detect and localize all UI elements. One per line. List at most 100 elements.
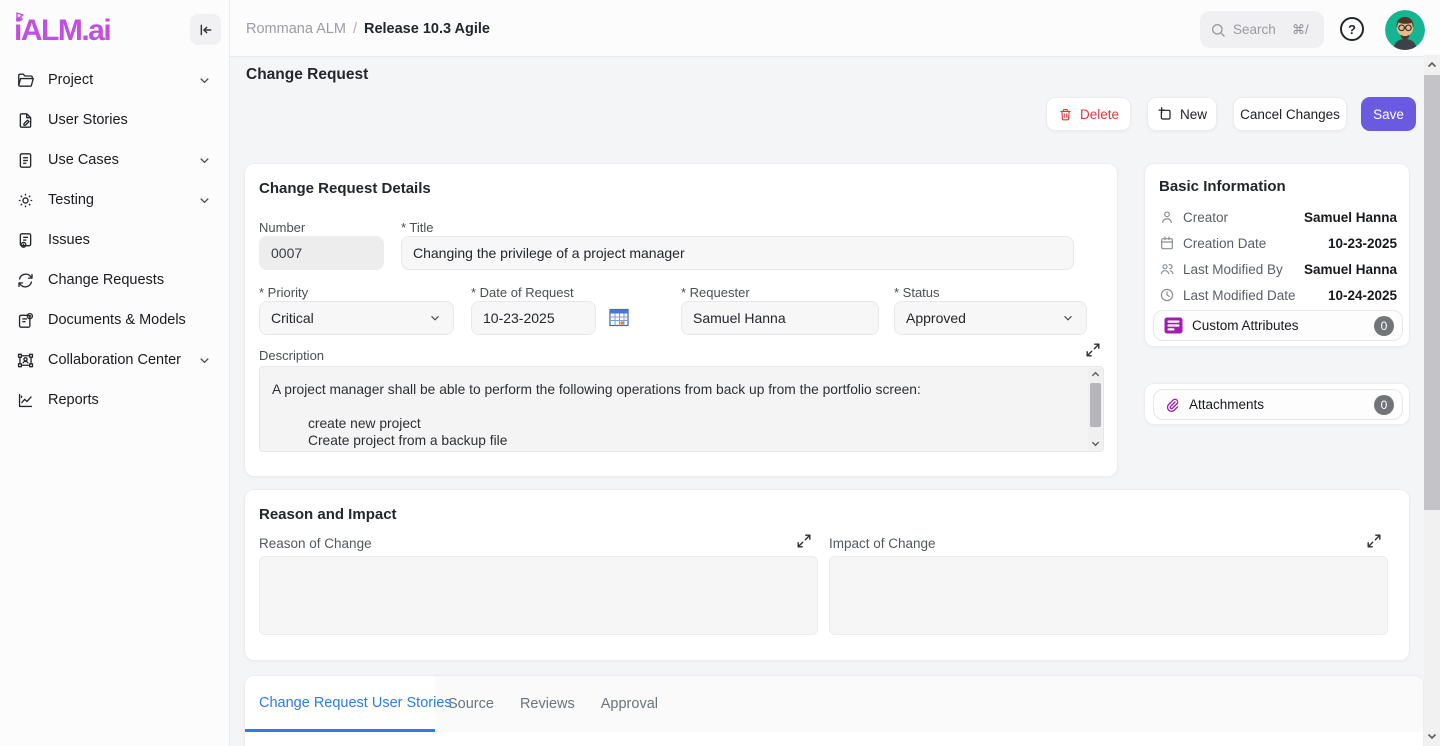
attachments-button[interactable]: Attachments 0: [1153, 389, 1403, 420]
sidebar-item-documents-models[interactable]: Documents & Models: [0, 300, 230, 340]
status-select[interactable]: Approved: [894, 301, 1087, 335]
date-of-request-label: * Date of Request: [471, 285, 574, 300]
reason-impact-heading: Reason and Impact: [259, 506, 397, 523]
cancel-changes-button[interactable]: Cancel Changes: [1233, 97, 1347, 131]
status-value: Approved: [906, 310, 966, 326]
save-button[interactable]: Save: [1361, 97, 1416, 131]
sidebar-item-issues[interactable]: Issues: [0, 220, 230, 260]
trash-icon: [1058, 107, 1073, 122]
sidebar-item-label: Use Cases: [48, 152, 197, 168]
sidebar-collapse-button[interactable]: [190, 14, 221, 45]
document-models-icon: [16, 311, 35, 330]
cursor-arrow-icon: [15, 11, 28, 24]
sidebar-item-label: Project: [48, 72, 197, 88]
tabs-card: Change Request User Stories Source Revie…: [244, 675, 1424, 746]
status-label: * Status: [894, 285, 940, 300]
collaboration-icon: [16, 351, 35, 370]
last-modified-date-value: 10-24-2025: [1328, 288, 1397, 303]
tab-approval[interactable]: Approval: [588, 676, 671, 732]
description-scrollbar[interactable]: [1088, 368, 1102, 450]
creation-date-label: Creation Date: [1183, 236, 1328, 251]
app-logo[interactable]: iALM.ai: [14, 10, 110, 52]
breadcrumb-separator: /: [353, 21, 357, 37]
sidebar-item-use-cases[interactable]: Use Cases: [0, 140, 230, 180]
clock-icon: [1159, 287, 1175, 303]
search-shortcut: ⌘/: [1292, 22, 1309, 38]
help-glyph: ?: [1348, 22, 1356, 37]
description-field[interactable]: A project manager shall be able to perfo…: [259, 366, 1104, 452]
search-icon: [1210, 22, 1226, 38]
tabstrip: Change Request User Stories Source Revie…: [245, 676, 1424, 732]
global-search[interactable]: ⌘/: [1200, 11, 1324, 48]
reason-and-impact-card: Reason and Impact Reason of Change Impac…: [244, 489, 1410, 661]
scroll-down-icon[interactable]: [1424, 728, 1440, 744]
tab-label: Approval: [601, 696, 658, 712]
report-chart-icon: [16, 391, 35, 410]
title-label: * Title: [401, 220, 434, 235]
sidebar-item-label: Issues: [48, 232, 212, 248]
custom-attributes-label: Custom Attributes: [1192, 318, 1365, 333]
delete-button[interactable]: Delete: [1046, 97, 1131, 131]
page-scrollbar[interactable]: [1424, 55, 1440, 746]
change-request-details-card: Change Request Details Number * Title * …: [244, 163, 1118, 477]
date-picker-calendar-icon[interactable]: [609, 307, 629, 327]
paperclip-icon: [1164, 396, 1180, 414]
page-scroll-thumb[interactable]: [1424, 75, 1440, 510]
requester-field[interactable]: [681, 301, 879, 335]
cancel-changes-label: Cancel Changes: [1240, 107, 1340, 122]
app-logo-text: iALM.ai: [14, 14, 110, 47]
tab-reviews[interactable]: Reviews: [507, 676, 588, 732]
scroll-down-icon[interactable]: [1088, 437, 1102, 450]
breadcrumb-parent[interactable]: Rommana ALM: [246, 21, 346, 37]
description-scroll-thumb[interactable]: [1090, 383, 1101, 427]
delete-label: Delete: [1080, 107, 1119, 122]
expand-impact-icon[interactable]: [1366, 533, 1382, 549]
reason-of-change-field[interactable]: [259, 556, 818, 635]
breadcrumb: Rommana ALM / Release 10.3 Agile: [246, 0, 490, 57]
sync-icon: [16, 271, 35, 290]
sidebar-nav: Project User Stories Use Cases Testing I…: [0, 60, 230, 420]
tab-content-area: [245, 732, 1424, 746]
requester-label: * Requester: [681, 285, 750, 300]
new-button[interactable]: New: [1147, 97, 1217, 131]
file-lines-icon: [16, 151, 35, 170]
expand-description-icon[interactable]: [1085, 342, 1101, 358]
expand-reason-icon[interactable]: [796, 533, 812, 549]
title-field[interactable]: [401, 236, 1074, 270]
description-line: Create project from a backup file: [272, 432, 1077, 449]
scroll-up-icon[interactable]: [1424, 57, 1440, 73]
priority-select[interactable]: Critical: [259, 301, 454, 335]
search-input[interactable]: [1233, 22, 1285, 37]
priority-value: Critical: [271, 310, 314, 326]
sidebar-item-reports[interactable]: Reports: [0, 380, 230, 420]
custom-attributes-button[interactable]: Custom Attributes 0: [1153, 310, 1403, 341]
description-line: A project manager shall be able to perfo…: [272, 381, 1077, 398]
tab-source[interactable]: Source: [435, 676, 507, 732]
sidebar-item-project[interactable]: Project: [0, 60, 230, 100]
custom-attributes-icon: [1164, 317, 1183, 334]
priority-label: * Priority: [259, 285, 308, 300]
page-title: Change Request: [246, 66, 368, 84]
last-modified-date-row: Last Modified Date 10-24-2025: [1159, 282, 1397, 308]
help-button[interactable]: ?: [1340, 17, 1364, 41]
users-icon: [1159, 261, 1175, 277]
chevron-down-icon: [1061, 311, 1075, 325]
tab-change-request-user-stories[interactable]: Change Request User Stories: [245, 676, 435, 732]
sidebar-item-change-requests[interactable]: Change Requests: [0, 260, 230, 300]
basic-information-card: Basic Information Creator Samuel Hanna C…: [1144, 163, 1410, 347]
number-field[interactable]: [259, 236, 384, 270]
sidebar: iALM.ai Project User Stories Use Cases: [0, 0, 230, 746]
user-avatar[interactable]: [1385, 10, 1425, 50]
creator-label: Creator: [1183, 210, 1304, 225]
sidebar-item-user-stories[interactable]: User Stories: [0, 100, 230, 140]
date-of-request-field[interactable]: [471, 301, 596, 335]
sidebar-item-collaboration-center[interactable]: Collaboration Center: [0, 340, 230, 380]
sidebar-item-testing[interactable]: Testing: [0, 180, 230, 220]
chevron-down-icon: [428, 311, 442, 325]
folder-icon: [16, 71, 35, 90]
chevron-down-icon: [197, 353, 212, 368]
number-label: Number: [259, 220, 305, 235]
impact-of-change-field[interactable]: [829, 556, 1388, 635]
scroll-up-icon[interactable]: [1088, 368, 1102, 381]
impact-of-change-label: Impact of Change: [829, 536, 936, 551]
